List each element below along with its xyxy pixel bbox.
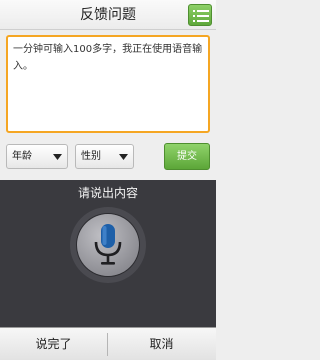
menu-button[interactable] (188, 4, 212, 26)
gender-select[interactable]: 性别 (75, 144, 134, 169)
cancel-button[interactable]: 取消 (108, 328, 215, 360)
voice-action-bar: 说完了 取消 (0, 327, 216, 360)
chevron-down-icon (53, 154, 62, 160)
voice-prompt-text: 请说出内容 (77, 186, 138, 200)
chevron-down-icon (119, 154, 128, 160)
feedback-screen: 反馈问题 一分钟可输入100多字，我正在使用语音输入。 年龄 性别 提交 请说出… (0, 0, 216, 360)
age-select-label: 年龄 (12, 151, 32, 162)
microphone-icon (94, 224, 122, 265)
done-button[interactable]: 说完了 (0, 328, 107, 360)
voice-input-panel: 请说出内容 说完了 取消 (0, 180, 216, 360)
gender-select-label: 性别 (81, 151, 101, 162)
age-select[interactable]: 年龄 (6, 144, 68, 169)
list-menu-icon (193, 10, 209, 22)
page-title: 反馈问题 (80, 7, 136, 23)
mic-button[interactable] (77, 214, 139, 276)
submit-button[interactable]: 提交 (164, 143, 210, 170)
header-bar: 反馈问题 (0, 0, 216, 30)
feedback-textarea[interactable]: 一分钟可输入100多字，我正在使用语音输入。 (6, 35, 210, 133)
